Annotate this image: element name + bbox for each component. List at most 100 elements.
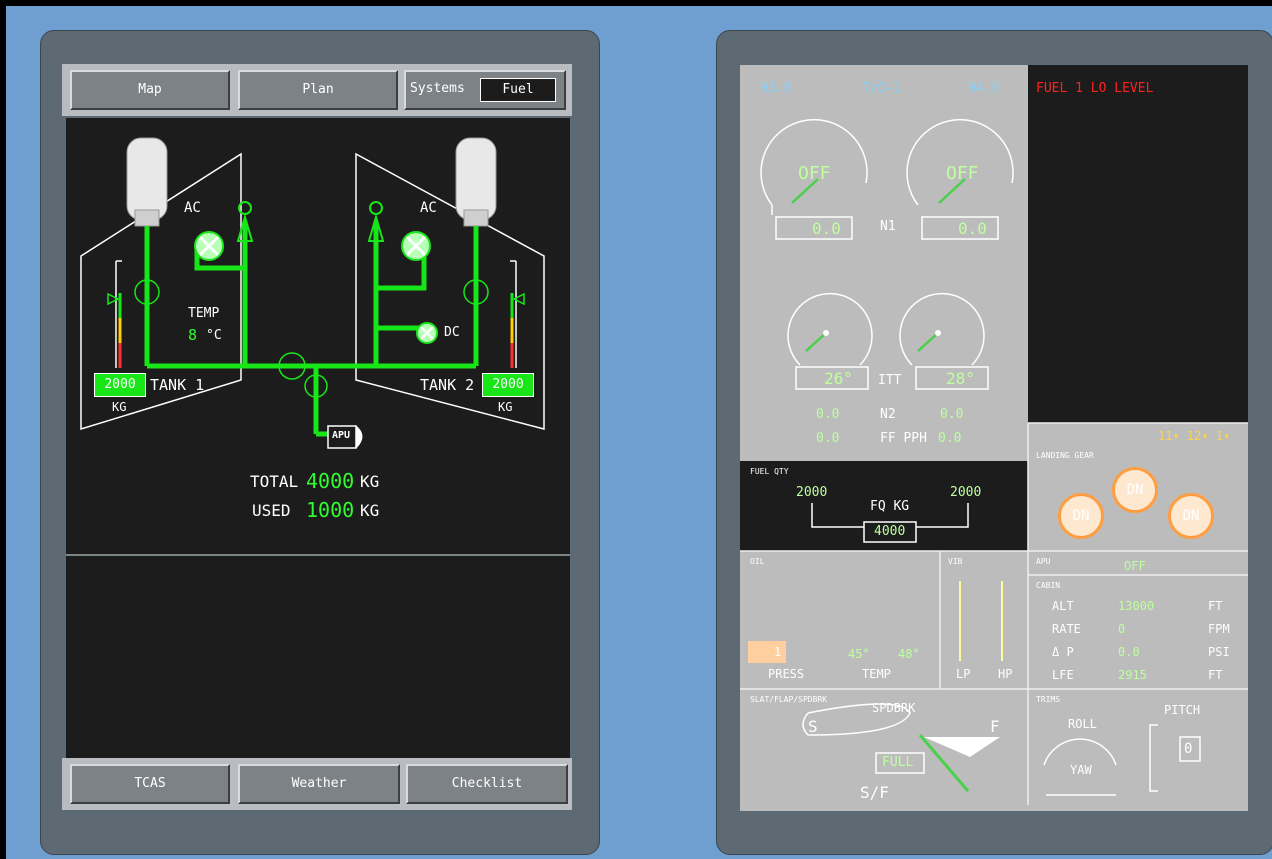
n1-value-right: 0.0 [958, 219, 987, 238]
nose-gear-indicator: DN [1112, 467, 1158, 513]
fuel-selector[interactable]: Fuel [480, 78, 556, 102]
ff-left: 0.0 [816, 431, 840, 446]
tab-checklist[interactable]: Checklist [406, 764, 568, 804]
roll-label: ROLL [1068, 717, 1097, 731]
apu-label: APU [332, 430, 351, 441]
used-unit: KG [360, 501, 380, 520]
flap-f-label: F [990, 717, 1000, 736]
fq-total: 4000 [874, 524, 906, 539]
cabin-row-label: RATE [1052, 622, 1081, 636]
n2-label: N2 [880, 407, 896, 422]
temp-label: TEMP [188, 306, 220, 321]
sf-label: S/F [860, 783, 889, 802]
cabin-row-unit: FT [1208, 668, 1223, 682]
dc-pump-icon [416, 322, 438, 344]
cabin-row-unit: FT [1208, 599, 1223, 613]
ac-pump-right-icon [401, 231, 431, 261]
oil-temp-label: TEMP [862, 667, 891, 681]
vib-lp-label: LP [956, 667, 971, 681]
apu-title: APU [1036, 557, 1051, 566]
itt-label: ITT [878, 373, 902, 388]
tank1-unit: KG [112, 400, 127, 414]
fuel-synoptic-screen: AC AC DC TEMP 8 °C 2000 TANK 1 KG 2000 T… [66, 118, 570, 758]
ac-pump-right-label: AC [420, 200, 437, 216]
tank2-quantity: 2000 [482, 373, 534, 397]
eicas-display: 93.8 T/O-1 94.0 OFF OFF 0.0 0.0 N1 26° 2… [740, 65, 1248, 811]
pitch-label: PITCH [1164, 703, 1201, 717]
spdbrk-label: SPDBRK [872, 701, 916, 715]
temp-value: 8 [188, 326, 198, 344]
n2-left: 0.0 [816, 407, 840, 422]
cas-message: FUEL 1 LO LEVEL [1036, 81, 1154, 96]
right-engine-icon [455, 137, 497, 227]
itt-value-left: 26° [824, 369, 853, 388]
n1-off-right: OFF [946, 163, 979, 184]
tank2-label: TANK 2 [420, 376, 475, 394]
cabin-row-value: 0.0 [1118, 645, 1140, 659]
slat-s-label: S [808, 717, 818, 736]
total-label: TOTAL [250, 472, 299, 491]
pitch-value: 0 [1184, 741, 1193, 757]
cabin-row-value: 13000 [1118, 599, 1155, 613]
slat-flap-title: SLAT/FLAP/SPDBRK [750, 695, 828, 704]
cabin-row-value: 2915 [1118, 668, 1147, 682]
fq-label: FQ KG [870, 499, 910, 514]
cabin-row-label: LFE [1052, 668, 1074, 682]
tab-weather[interactable]: Weather [238, 764, 400, 804]
flap-full-label: FULL [882, 755, 914, 770]
cabin-row-unit: PSI [1208, 645, 1230, 659]
landing-gear-title: LANDING GEAR [1036, 451, 1094, 460]
tank2-level-gauge [510, 260, 525, 368]
ac-pump-left-icon [194, 231, 224, 261]
n2-right: 0.0 [940, 407, 964, 422]
vib-hp-label: HP [998, 667, 1013, 681]
total-value: 4000 [306, 469, 355, 493]
cabin-row-unit: FPM [1208, 622, 1230, 636]
n1-label: N1 [880, 219, 896, 234]
left-gear-indicator: DN [1058, 493, 1104, 539]
tank2-unit: KG [498, 400, 513, 414]
systems-label: Systems [410, 81, 465, 96]
n1-target-left: 93.8 [760, 81, 792, 96]
cabin-row-label: ALT [1052, 599, 1074, 613]
tank1-label: TANK 1 [150, 376, 205, 394]
cas-counts: 11▾ 12▾ 1▾ [1158, 429, 1231, 443]
left-engine-icon [126, 137, 168, 227]
trims-title: TRIMS [1036, 695, 1061, 704]
total-unit: KG [360, 472, 380, 491]
ff-right: 0.0 [938, 431, 962, 446]
oil-title: OIL [750, 557, 765, 566]
yaw-label: YAW [1070, 763, 1092, 777]
apu-status: OFF [1124, 559, 1146, 573]
cabin-row-label: Δ P [1052, 645, 1074, 659]
ac-pump-left-label: AC [184, 200, 201, 216]
oil-temp-left: 45° [848, 647, 870, 661]
used-value: 1000 [306, 498, 355, 522]
ff-label: FF PPH [880, 431, 927, 446]
cabin-row-value: 0 [1118, 622, 1126, 636]
cabin-title: CABIN [1036, 581, 1061, 590]
temp-unit: °C [206, 328, 222, 343]
tank1-level-gauge [107, 260, 122, 368]
tank1-quantity: 2000 [94, 373, 146, 397]
fq-right: 2000 [950, 485, 982, 500]
oil-press-label: PRESS [768, 667, 805, 681]
fuel-qty-title: FUEL QTY [750, 467, 789, 476]
n1-value-left: 0.0 [812, 219, 841, 238]
oil-press-value: 1 [774, 645, 782, 659]
thrust-mode: T/O-1 [862, 81, 902, 96]
tab-map[interactable]: Map [70, 70, 230, 110]
dc-pump-label: DC [444, 325, 460, 340]
itt-value-right: 28° [946, 369, 975, 388]
fq-left: 2000 [796, 485, 828, 500]
vib-title: VIB [948, 557, 963, 566]
oil-temp-right: 48° [898, 647, 920, 661]
n1-off-left: OFF [798, 163, 831, 184]
right-gear-indicator: DN [1168, 493, 1214, 539]
tab-systems[interactable]: Systems Fuel [404, 70, 566, 110]
tab-tcas[interactable]: TCAS [70, 764, 230, 804]
tab-plan[interactable]: Plan [238, 70, 398, 110]
fuel-schematic [66, 137, 570, 556]
used-label: USED [252, 501, 291, 520]
n1-target-right: 94.0 [968, 81, 1000, 96]
